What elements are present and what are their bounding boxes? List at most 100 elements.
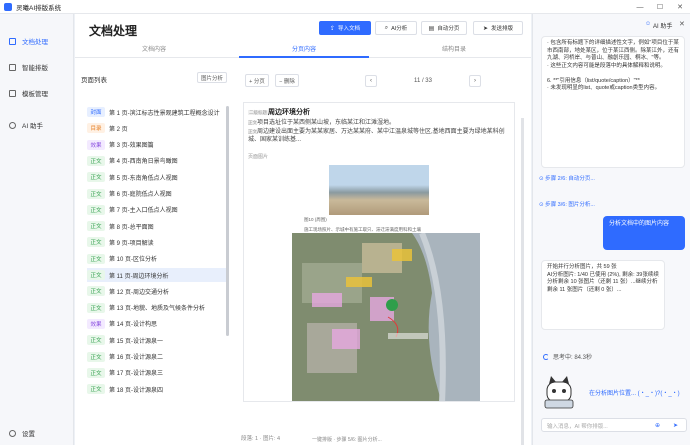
delete-page-button[interactable]: − 删除: [275, 74, 299, 87]
page-pager: ‹ 11 / 33 ›: [365, 74, 515, 87]
sidebar: 文档处理 智能排版 模板管理 AI 助手 设置: [0, 14, 74, 445]
page-list-label: 第 15 页-设计源泉一: [109, 338, 164, 345]
gear-icon: [9, 429, 16, 437]
page-list-item[interactable]: 正文第 9 页-项目解读: [87, 235, 229, 249]
split-icon: ▤: [428, 25, 435, 32]
tab-structure[interactable]: 结构目录: [389, 44, 519, 58]
upload-icon: ⇪: [329, 25, 335, 32]
page-type-badge: 正文: [87, 351, 105, 362]
page-type-badge: 正文: [87, 335, 105, 346]
sidebar-item-settings[interactable]: 设置: [0, 426, 74, 440]
send-layout-button[interactable]: ➤ 发送排版: [473, 21, 523, 35]
page-type-badge: 正文: [87, 188, 105, 199]
status-icon: ⊙: [539, 202, 544, 208]
page-list-item[interactable]: 正文第 4 页-西南角日景鸟瞰图: [87, 154, 229, 168]
minimize-icon[interactable]: —: [630, 0, 650, 14]
maximize-icon[interactable]: ☐: [650, 0, 670, 14]
page-list-item[interactable]: 正文第 15 页-设计源泉一: [87, 333, 229, 347]
chat-input[interactable]: 输入消息，AI 帮你排版...: [541, 418, 687, 432]
page-list-item[interactable]: 正文第 18 页-设计源泉四: [87, 382, 229, 396]
page-list-label: 第 16 页-设计源泉二: [109, 355, 164, 361]
page-list-item[interactable]: 正文第 16 页-设计源泉二: [87, 350, 229, 364]
page-list-label: 第 10 页-区位分析: [109, 257, 158, 264]
user-message: 分析文档中的图片内容: [603, 216, 685, 250]
app-title: 灵曦AI排版系统: [16, 4, 62, 12]
page-list-label: 第 17 页-设计源泉三: [109, 371, 164, 378]
page-list-item[interactable]: 正文第 10 页-区位分析: [87, 252, 229, 266]
assistant-message: · 包含所有标题下的详细描述性文字，例如"项目位于某市西南部，地处某区，位于某江…: [541, 36, 685, 168]
page-type-badge: 正文: [87, 204, 105, 215]
page-list-item[interactable]: 正文第 17 页-设计源泉三: [87, 366, 229, 380]
attachment-icon[interactable]: ⊕: [655, 422, 660, 429]
page-list-item[interactable]: 效果第 14 页-设计构思: [87, 317, 229, 331]
sidebar-item-label: 设置: [22, 431, 35, 438]
assistant-title: AI 助手: [653, 24, 673, 30]
page-list-label: 第 18 页-设计源泉四: [109, 387, 164, 394]
page-list-item[interactable]: 封面第 1 页-滨江标志性景观建筑工程概念设计: [87, 105, 229, 119]
page-list-label: 第 6 页-庭院低点人视图: [109, 192, 172, 198]
page-list-label: 第 3 页-效果图篇: [109, 143, 154, 150]
page-list-label: 第 2 页: [109, 126, 128, 133]
assistant-header: ☺ AI 助手 ✕: [533, 14, 690, 32]
page-type-badge: 效果: [87, 318, 105, 329]
page-list-item[interactable]: 正文第 6 页-庭院低点人视图: [87, 187, 229, 201]
page-list-item[interactable]: 正文第 5 页-东南角低点人视图: [87, 170, 229, 184]
status-line: 一键排版 · 步骤 5/6: 图片分析...: [312, 437, 382, 443]
page-list-item[interactable]: 目录第 2 页: [87, 121, 229, 135]
image-analyze-button[interactable]: 图片分析: [197, 72, 227, 83]
step-indicator[interactable]: ⊙ 步骤 2/6: 自动分页...: [539, 174, 595, 182]
site-map-image[interactable]: [292, 233, 480, 401]
chevron-left-icon[interactable]: ‹: [365, 74, 377, 87]
page-list-item[interactable]: 正文第 13 页-地貌、地质及气候条件分析: [87, 301, 229, 315]
send-icon: ➤: [482, 25, 488, 32]
tab-document-content[interactable]: 文档内容: [89, 44, 219, 58]
close-icon[interactable]: ✕: [670, 0, 690, 14]
sidebar-item-layout[interactable]: 智能排版: [0, 60, 74, 74]
auto-split-button[interactable]: ▤ 自动分页: [421, 21, 467, 35]
thinking-indicator: 思考中: 84.3秒: [543, 352, 592, 361]
section-heading[interactable]: 二级标题周边环境分析: [248, 107, 310, 117]
document-icon: [9, 37, 16, 45]
template-icon: [9, 89, 16, 97]
page-type-badge: 正文: [87, 155, 105, 166]
image-section-label: 页面图片: [248, 154, 269, 160]
site-photo[interactable]: [329, 165, 429, 215]
ai-analyze-button[interactable]: ⌕ AI分析: [375, 21, 417, 35]
tab-page-content[interactable]: 分页内容: [239, 44, 369, 58]
page-editor: + 分页 − 删除 ‹ 11 / 33 › 二级标题周边环境分析 正文项目选址位…: [233, 58, 531, 445]
body-paragraph[interactable]: 正文项目选址位于某西侧某山坡，东临某江和江滩湿地。: [248, 119, 510, 127]
image-caption: 图10 (周围): [304, 217, 327, 222]
page-list-item[interactable]: 正文第 12 页-周边交通分析: [87, 284, 229, 298]
page-list-item[interactable]: 正文第 7 页-主入口低点人视图: [87, 203, 229, 217]
aerial-map-graphic: [292, 233, 480, 401]
sidebar-item-document[interactable]: 文档处理: [0, 34, 74, 48]
page-list-item[interactable]: 效果第 3 页-效果图篇: [87, 138, 229, 152]
chevron-right-icon[interactable]: ›: [469, 74, 481, 87]
page-list-item[interactable]: 正文第 11 页-周边环境分析: [87, 268, 229, 282]
page-type-badge: 正文: [87, 237, 105, 248]
page-list-label: 第 12 页-周边交通分析: [109, 289, 170, 296]
body-paragraph[interactable]: 正文周边建设出面主要为某某家居、万达某某府、某中江温泉城等住区,基地西面主要为绿…: [248, 128, 510, 144]
page-stats: 段落: 1 · 图片: 4: [241, 436, 281, 442]
page-type-badge: 正文: [87, 302, 105, 313]
sidebar-item-template[interactable]: 模板管理: [0, 86, 74, 100]
send-icon[interactable]: ➤: [673, 422, 678, 429]
sidebar-item-label: 文档处理: [22, 39, 48, 46]
page-list-scrollbar[interactable]: [226, 106, 229, 336]
close-panel-icon[interactable]: ✕: [679, 20, 685, 28]
step-indicator[interactable]: ⊙ 步骤 3/6: 图片分析...: [539, 200, 595, 208]
spinner-icon: [543, 353, 549, 360]
page-preview: 二级标题周边环境分析 正文项目选址位于某西侧某山坡，东临某江和江滩湿地。 正文周…: [243, 102, 515, 402]
page-type-badge: 目录: [87, 123, 105, 134]
page-type-badge: 正文: [87, 253, 105, 264]
page-type-badge: 正文: [87, 384, 105, 395]
page-list-item[interactable]: 正文第 8 页-总平面图: [87, 219, 229, 233]
tab-bar: 文档内容 分页内容 结构目录: [75, 44, 531, 58]
sidebar-item-assistant[interactable]: AI 助手: [0, 118, 74, 132]
page-list-panel: 页面列表 图片分析 封面第 1 页-滨江标志性景观建筑工程概念设计 目录第 2 页…: [75, 58, 233, 445]
add-page-button[interactable]: + 分页: [245, 74, 269, 87]
page-type-badge: 效果: [87, 139, 105, 150]
import-document-button[interactable]: ⇪ 导入文档: [319, 21, 371, 35]
editor-scrollbar[interactable]: [521, 118, 524, 445]
page-indicator: 11 / 33: [414, 77, 432, 84]
